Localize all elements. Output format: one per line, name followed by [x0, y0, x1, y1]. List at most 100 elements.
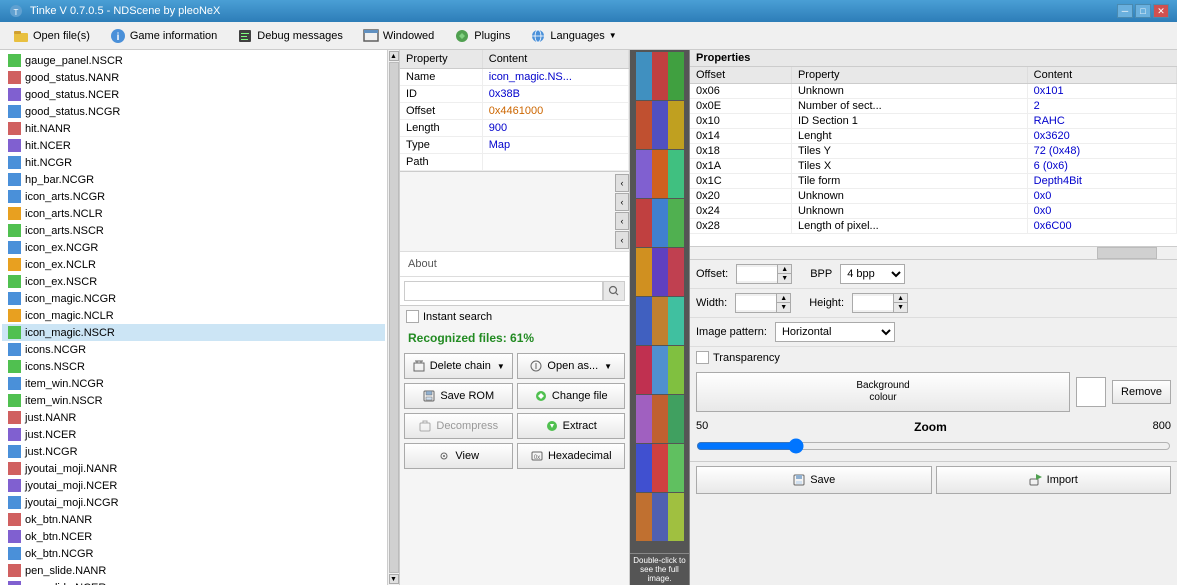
- about-section: About: [400, 251, 629, 277]
- decompress-label: Decompress: [436, 420, 498, 432]
- tree-scroll-up[interactable]: ▲: [389, 51, 399, 61]
- rt-value: 6 (0x6): [1027, 159, 1176, 174]
- offset-up-arrow[interactable]: ▲: [777, 265, 791, 274]
- tree-item[interactable]: gauge_panel.NSCR: [2, 52, 385, 69]
- menu-languages[interactable]: Languages ▼: [521, 24, 625, 48]
- height-input[interactable]: 576: [853, 296, 893, 310]
- bpp-select[interactable]: 4 bpp 8 bpp: [840, 264, 905, 284]
- tree-item[interactable]: just.NCER: [2, 426, 385, 443]
- extract-button[interactable]: Extract: [517, 413, 626, 439]
- tree-item[interactable]: jyoutai_moji.NCGR: [2, 494, 385, 511]
- hexadecimal-button[interactable]: 0x Hexadecimal: [517, 443, 626, 469]
- tree-item[interactable]: icon_arts.NCLR: [2, 205, 385, 222]
- tree-item[interactable]: good_status.NCER: [2, 86, 385, 103]
- tree-item[interactable]: icons.NSCR: [2, 358, 385, 375]
- save-button[interactable]: Save: [696, 466, 932, 494]
- view-button[interactable]: View: [404, 443, 513, 469]
- right-table-container[interactable]: Offset Property Content 0x06Unknown0x101…: [690, 67, 1177, 247]
- open-as-icon: [529, 359, 543, 373]
- file-type-icon: [6, 121, 22, 137]
- file-type-icon: [6, 444, 22, 460]
- window-controls[interactable]: ─ □ ✕: [1117, 4, 1169, 18]
- import-button[interactable]: Import: [936, 466, 1172, 494]
- tree-item[interactable]: jyoutai_moji.NANR: [2, 460, 385, 477]
- tree-item[interactable]: icon_arts.NSCR: [2, 222, 385, 239]
- tree-item[interactable]: pen_slide.NANR: [2, 562, 385, 579]
- menu-open-files[interactable]: Open file(s): [4, 24, 99, 48]
- tree-item[interactable]: icon_ex.NCLR: [2, 256, 385, 273]
- save-rom-button[interactable]: Save ROM: [404, 383, 513, 409]
- tree-item[interactable]: pen_slide.NCER: [2, 579, 385, 585]
- rt-header-property: Property: [791, 67, 1027, 84]
- tree-item[interactable]: ok_btn.NCGR: [2, 545, 385, 562]
- search-input[interactable]: [404, 281, 603, 301]
- decompress-button[interactable]: Decompress: [404, 413, 513, 439]
- file-type-icon: [6, 189, 22, 205]
- tree-item[interactable]: good_status.NANR: [2, 69, 385, 86]
- right-table-row: 0x1ATiles X6 (0x6): [690, 159, 1177, 174]
- file-name: ok_btn.NCER: [25, 531, 92, 543]
- width-input[interactable]: 48: [736, 296, 776, 310]
- height-down-arrow[interactable]: ▼: [893, 303, 907, 312]
- tree-item[interactable]: hit.NCER: [2, 137, 385, 154]
- tree-item[interactable]: hit.NANR: [2, 120, 385, 137]
- tree-item[interactable]: icon_ex.NCGR: [2, 239, 385, 256]
- tree-item[interactable]: icon_magic.NCLR: [2, 307, 385, 324]
- tree-item[interactable]: item_win.NCGR: [2, 375, 385, 392]
- tree-item[interactable]: icon_magic.NCGR: [2, 290, 385, 307]
- height-up-arrow[interactable]: ▲: [893, 294, 907, 303]
- bg-color-button[interactable]: Backgroundcolour: [696, 372, 1070, 412]
- menu-windowed[interactable]: Windowed: [354, 24, 443, 48]
- menu-game-info[interactable]: i Game information: [101, 24, 226, 48]
- change-file-button[interactable]: Change file: [517, 383, 626, 409]
- tree-item[interactable]: icon_arts.NCGR: [2, 188, 385, 205]
- width-spinbox[interactable]: 48 ▲ ▼: [735, 293, 791, 313]
- file-tree[interactable]: gauge_panel.NSCRgood_status.NANRgood_sta…: [0, 50, 387, 585]
- width-height-row: Width: 48 ▲ ▼ Height: 576 ▲ ▼: [690, 289, 1177, 318]
- tree-item[interactable]: just.NCGR: [2, 443, 385, 460]
- offset-down-arrow[interactable]: ▼: [777, 274, 791, 283]
- transparency-checkbox[interactable]: [696, 351, 709, 364]
- tree-item[interactable]: icons.NCGR: [2, 341, 385, 358]
- maximize-button[interactable]: □: [1135, 4, 1151, 18]
- tree-item[interactable]: ok_btn.NCER: [2, 528, 385, 545]
- instant-search-checkbox[interactable]: [406, 310, 419, 323]
- bottom-buttons: Save Import: [690, 461, 1177, 498]
- minimize-button[interactable]: ─: [1117, 4, 1133, 18]
- tree-item[interactable]: item_win.NSCR: [2, 392, 385, 409]
- rt-property: Unknown: [791, 204, 1027, 219]
- color-swatch[interactable]: [1076, 377, 1106, 407]
- tree-scroll-down[interactable]: ▼: [389, 574, 399, 584]
- nav-arrow-down[interactable]: ‹: [615, 231, 629, 249]
- nav-arrow-mid2[interactable]: ‹: [615, 212, 629, 230]
- search-button[interactable]: [603, 281, 625, 301]
- menu-debug[interactable]: Debug messages: [228, 24, 352, 48]
- rt-property: Tiles Y: [791, 144, 1027, 159]
- tree-item[interactable]: icon_magic.NSCR: [2, 324, 385, 341]
- offset-input[interactable]: 0: [737, 267, 777, 281]
- width-down-arrow[interactable]: ▼: [776, 303, 790, 312]
- tree-item[interactable]: jyoutai_moji.NCER: [2, 477, 385, 494]
- zoom-slider[interactable]: [696, 438, 1171, 454]
- image-pattern-select[interactable]: Horizontal Vertical: [775, 322, 895, 342]
- delete-chain-button[interactable]: Delete chain ▼: [404, 353, 513, 379]
- file-type-icon: [6, 325, 22, 341]
- tree-item[interactable]: just.NANR: [2, 409, 385, 426]
- remove-button[interactable]: Remove: [1112, 380, 1171, 404]
- height-spinbox[interactable]: 576 ▲ ▼: [852, 293, 908, 313]
- menu-plugins[interactable]: Plugins: [445, 24, 519, 48]
- open-as-button[interactable]: Open as... ▼: [517, 353, 626, 379]
- tree-item[interactable]: hit.NCGR: [2, 154, 385, 171]
- tree-item[interactable]: ok_btn.NANR: [2, 511, 385, 528]
- view-icon: [437, 449, 451, 463]
- tree-item[interactable]: icon_ex.NSCR: [2, 273, 385, 290]
- nav-arrow-mid1[interactable]: ‹: [615, 193, 629, 211]
- width-up-arrow[interactable]: ▲: [776, 294, 790, 303]
- close-button[interactable]: ✕: [1153, 4, 1169, 18]
- tree-item[interactable]: hp_bar.NCGR: [2, 171, 385, 188]
- right-table-scrollbar-row: [690, 247, 1177, 260]
- offset-spinbox[interactable]: 0 ▲ ▼: [736, 264, 792, 284]
- nav-arrow-up[interactable]: ‹: [615, 174, 629, 192]
- prop-header-property: Property: [400, 50, 482, 69]
- tree-item[interactable]: good_status.NCGR: [2, 103, 385, 120]
